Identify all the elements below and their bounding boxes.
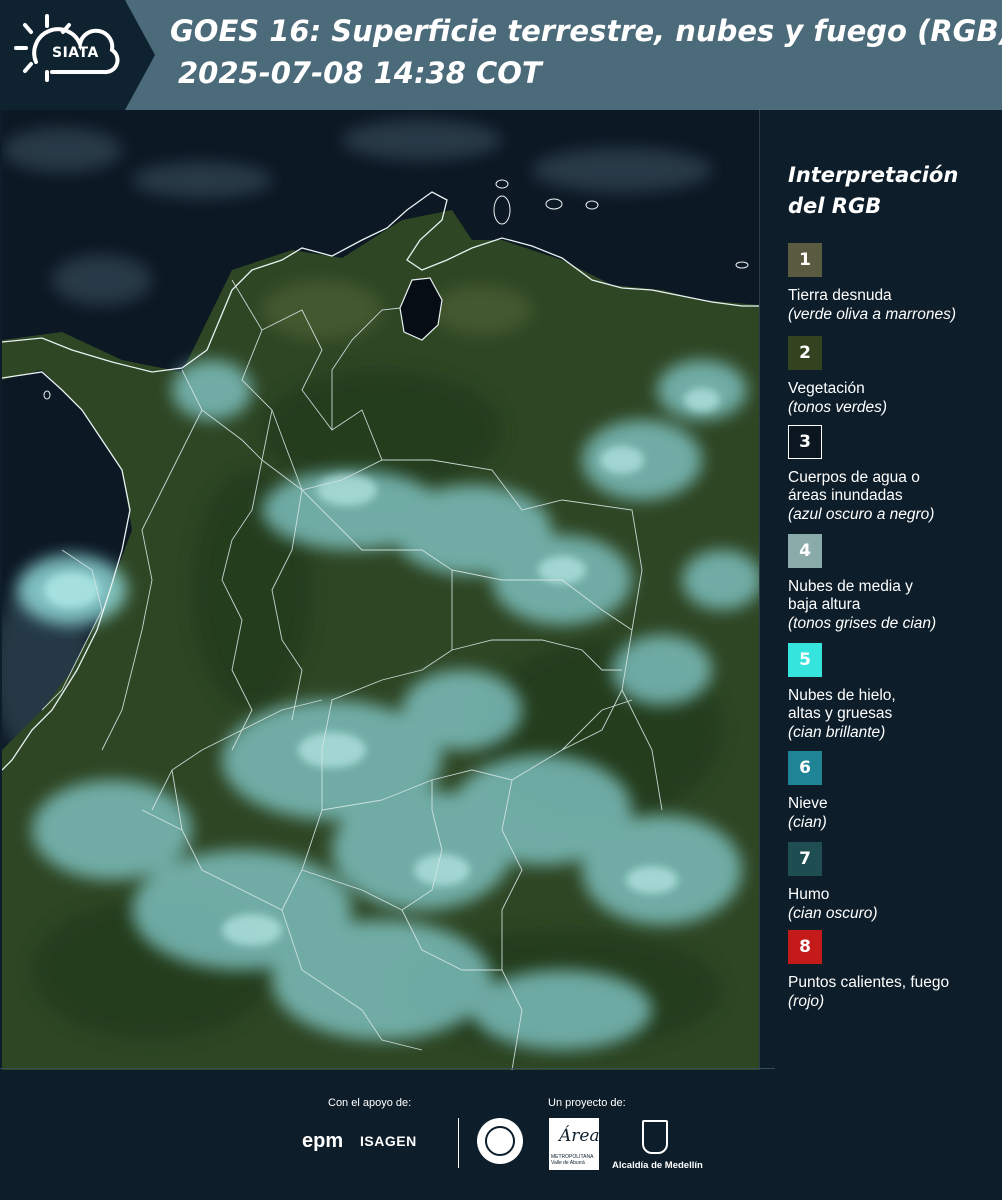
header-band: SIATA GOES 16: Superficie terrestre, nub… [0,0,1002,110]
legend-desc-5: (cian brillante) [788,724,886,741]
logo-text: SIATA [52,45,99,61]
isagen-logo[interactable]: ISAGEN [360,1133,417,1149]
legend-label-4: Nubes de media y baja altura [788,578,913,613]
legend-item-7: 7 Humo (cian oscuro) [788,842,998,923]
page-title: GOES 16: Superficie terrestre, nubes y f… [170,14,1002,48]
legend-item-3: 3 Cuerpos de agua o áreas inundadas (azu… [788,425,998,524]
legend-desc-6: (cian) [788,814,827,831]
legend-item-6: 6 Nieve (cian) [788,751,998,832]
legend-title: Interpretación del RGB [788,163,959,218]
legend-desc-2: (tonos verdes) [788,399,888,416]
legend-desc-4: (tonos grises de cian) [788,615,937,632]
legend-label-1: Tierra desnuda [788,287,892,304]
epm-logo[interactable]: epm [302,1130,343,1153]
area-metropolitana-logo[interactable]: Área METROPOLITANA Valle de Aburrá [549,1118,600,1170]
legend-swatch-2: 2 [788,336,822,370]
legend-desc-7: (cian oscuro) [788,905,878,922]
legend-item-1: 1 Tierra desnuda (verde oliva a marrones… [788,243,998,324]
legend-item-8: 8 Puntos calientes, fuego (rojo) [788,930,998,1011]
seal-logo[interactable] [477,1118,523,1164]
seal-icon [485,1126,515,1156]
legend-item-2: 2 Vegetación (tonos verdes) [788,336,998,417]
support-label: Con el apoyo de: [328,1097,412,1109]
legend-label-8: Puntos calientes, fuego [788,974,950,991]
alcaldia-shield-icon[interactable] [642,1120,668,1154]
legend-label-3: Cuerpos de agua o áreas inundadas [788,469,920,504]
legend-desc-8: (rojo) [788,993,825,1010]
area-logo-word: Área [559,1126,600,1146]
legend-swatch-1: 1 [788,243,822,277]
legend-swatch-7: 7 [788,842,822,876]
legend-label-2: Vegetación [788,380,865,397]
project-label: Un proyecto de: [548,1097,626,1109]
legend-swatch-8: 8 [788,930,822,964]
legend-label-7: Humo [788,886,830,903]
satellite-image[interactable] [2,110,760,1070]
legend-swatch-4: 4 [788,534,822,568]
legend-swatch-3: 3 [788,425,822,459]
legend-swatch-6: 6 [788,751,822,785]
sponsor-divider [458,1118,459,1168]
legend-label-5: Nubes de hielo, altas y gruesas [788,687,896,722]
legend-desc-3: (azul oscuro a negro) [788,506,935,523]
legend-item-5: 5 Nubes de hielo, altas y gruesas (cian … [788,643,998,742]
footer-divider [0,1068,775,1069]
satellite-map-graphic [2,110,759,1070]
legend-label-6: Nieve [788,795,828,812]
siata-logo[interactable]: SIATA [0,0,155,110]
legend-desc-1: (verde oliva a marrones) [788,306,956,323]
legend-item-4: 4 Nubes de media y baja altura (tonos gr… [788,534,998,633]
area-logo-subtitle: METROPOLITANA Valle de Aburrá [551,1154,594,1166]
alcaldia-label: Alcaldía de Medellín [612,1160,703,1171]
legend-swatch-5: 5 [788,643,822,677]
timestamp: 2025-07-08 14:38 COT [178,56,542,90]
